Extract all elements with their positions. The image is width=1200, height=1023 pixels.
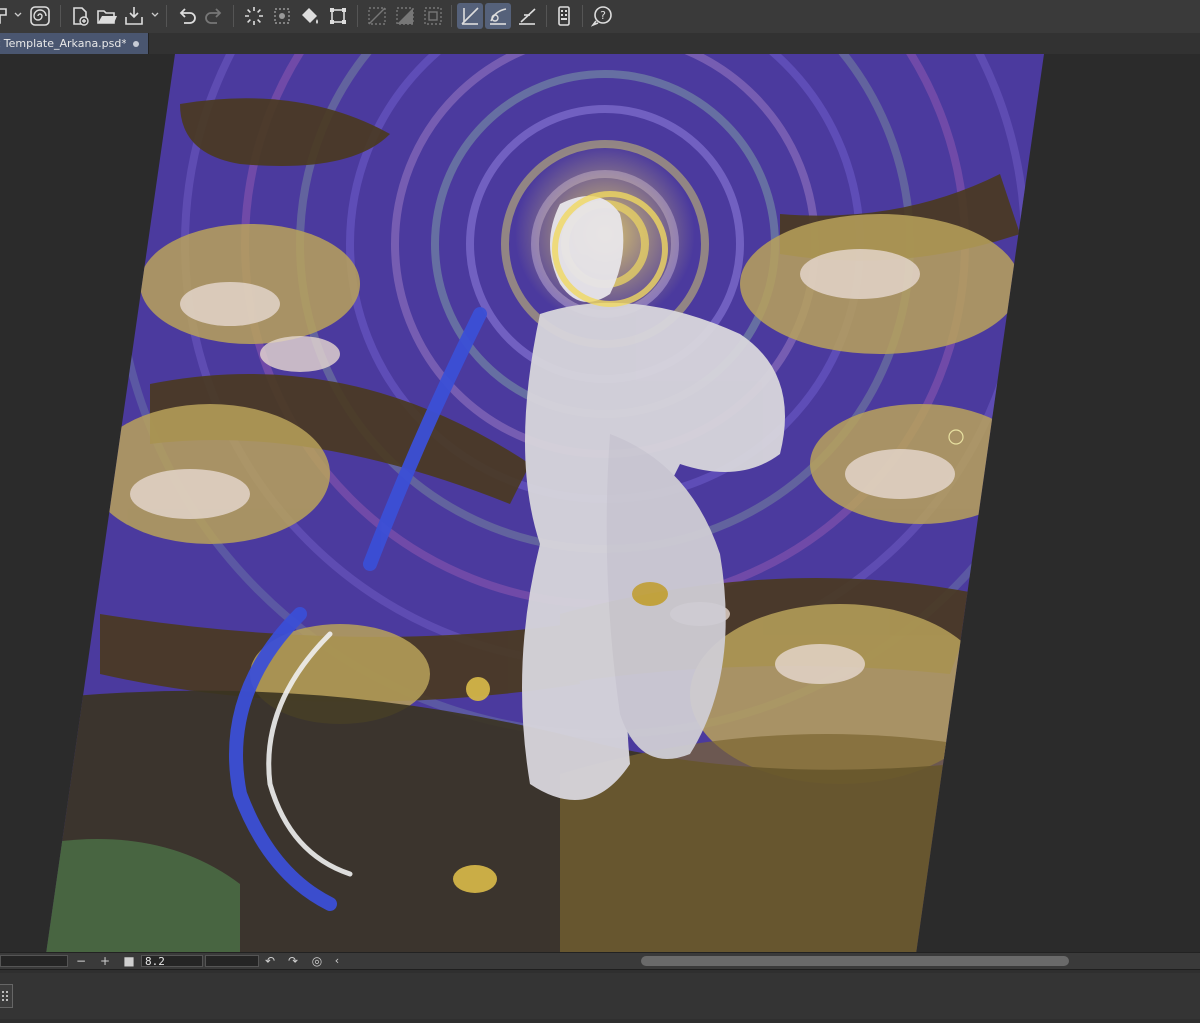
perspective-snap-icon[interactable]	[514, 3, 540, 29]
rotate-left-icon[interactable]: ↶	[263, 954, 277, 968]
artwork[interactable]	[0, 54, 1200, 954]
artwork-canvas	[46, 54, 1044, 954]
status-bar: − + ■ 8.2 ↶ ↷ ◎ ‹	[0, 952, 1200, 969]
toolbar-divider	[546, 5, 547, 27]
dotted-selection-icon[interactable]	[269, 3, 295, 29]
ruler-snap-icon[interactable]	[457, 3, 483, 29]
zoom-in-button[interactable]: +	[98, 954, 112, 968]
save-icon[interactable]	[121, 3, 147, 29]
zoom-value-field[interactable]: 8.2	[141, 955, 203, 968]
document-tab-bar: t Template_Arkana.psd*	[0, 33, 1200, 54]
tab-document[interactable]: t Template_Arkana.psd*	[0, 33, 149, 54]
zoom-slider[interactable]	[0, 955, 68, 967]
scrollbar-thumb[interactable]	[641, 956, 1069, 966]
fill-icon[interactable]	[297, 3, 323, 29]
bottom-panel	[0, 969, 1200, 1023]
toolbar-divider	[60, 5, 61, 27]
redo-icon[interactable]	[201, 3, 227, 29]
toolbar-divider	[357, 5, 358, 27]
main-toolbar: ?	[0, 0, 1200, 34]
invert-selection-icon[interactable]	[392, 3, 418, 29]
canvas-area[interactable]	[0, 54, 1200, 954]
unsaved-dot-icon[interactable]	[133, 41, 139, 47]
help-icon[interactable]: ?	[589, 3, 615, 29]
toolbar-divider	[451, 5, 452, 27]
chevron-down-icon[interactable]	[13, 10, 23, 20]
panel-menu-icon[interactable]	[0, 984, 13, 1008]
toolbar-divider	[166, 5, 167, 27]
tab-label: t Template_Arkana.psd*	[0, 37, 126, 50]
open-folder-icon[interactable]	[94, 3, 120, 29]
loading-icon[interactable]	[241, 3, 267, 29]
horizontal-scrollbar[interactable]	[345, 956, 1195, 966]
reset-rotation-icon[interactable]: ◎	[310, 954, 324, 968]
undo-icon[interactable]	[174, 3, 200, 29]
chevron-down-icon[interactable]	[150, 10, 160, 20]
selection-border-icon[interactable]	[420, 3, 446, 29]
toolbar-divider	[582, 5, 583, 27]
svg-text:?: ?	[600, 9, 606, 22]
spiral-icon[interactable]	[27, 3, 53, 29]
rotation-slider[interactable]	[205, 955, 259, 967]
clear-selection-icon[interactable]	[364, 3, 390, 29]
rotate-right-icon[interactable]: ↷	[286, 954, 300, 968]
toolbar-divider	[233, 5, 234, 27]
collapse-arrow-icon[interactable]: ‹	[330, 954, 344, 968]
new-canvas-icon[interactable]	[67, 3, 93, 29]
curve-snap-icon[interactable]	[485, 3, 511, 29]
transform-icon[interactable]	[325, 3, 351, 29]
device-icon[interactable]	[551, 3, 577, 29]
zoom-out-button[interactable]: −	[74, 954, 88, 968]
bottom-panel-body	[0, 973, 1200, 1019]
fit-square-icon[interactable]: ■	[122, 954, 136, 968]
